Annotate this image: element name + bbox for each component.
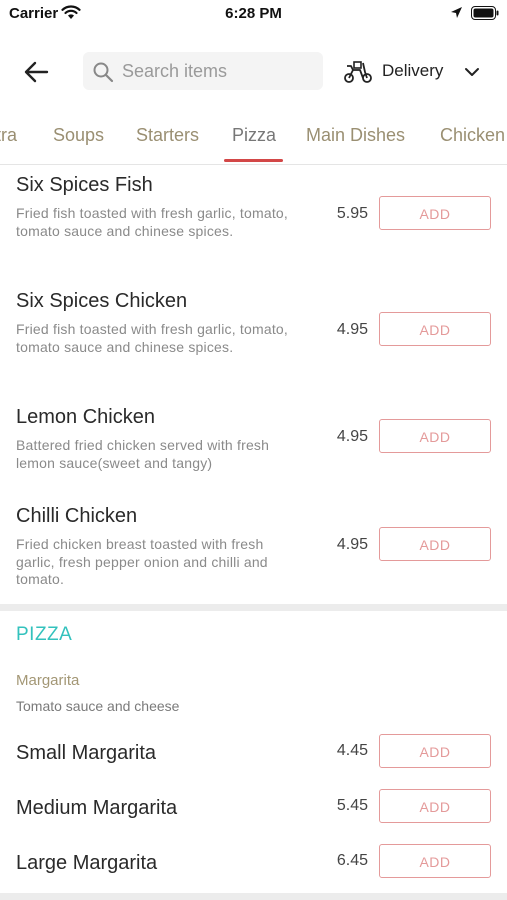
add-button[interactable]: ADD bbox=[379, 196, 491, 230]
item-price: 4.95 bbox=[336, 536, 368, 553]
item-price: 4.95 bbox=[336, 428, 368, 445]
item-price: 6.45 bbox=[336, 852, 368, 869]
tab-extra[interactable]: tra bbox=[0, 125, 17, 146]
category-tabs: tra Soups Starters Pizza Main Dishes Chi… bbox=[0, 112, 507, 165]
item-name: Six Spices Chicken bbox=[16, 290, 188, 312]
subcategory-title: Margarita bbox=[16, 672, 80, 689]
item-description: Fried chicken breast toasted with fresh … bbox=[16, 536, 268, 587]
add-button[interactable]: ADD bbox=[379, 419, 491, 453]
search-placeholder: Search items bbox=[122, 61, 228, 81]
tab-starters[interactable]: Starters bbox=[136, 125, 199, 146]
battery-icon bbox=[471, 6, 499, 25]
add-button[interactable]: ADD bbox=[379, 312, 491, 346]
item-name: Small Margarita bbox=[16, 742, 157, 764]
item-name: Chilli Chicken bbox=[16, 505, 138, 527]
header-bar: Search items Delivery bbox=[0, 40, 507, 104]
chevron-down-icon bbox=[464, 65, 480, 83]
item-name: Medium Margarita bbox=[16, 797, 178, 819]
tab-main-dishes[interactable]: Main Dishes bbox=[306, 125, 405, 146]
search-icon bbox=[92, 61, 114, 88]
section-divider bbox=[0, 893, 507, 900]
item-description: Fried fish toasted with fresh garlic, to… bbox=[16, 205, 288, 239]
add-button[interactable]: ADD bbox=[379, 734, 491, 768]
section-divider bbox=[0, 604, 507, 611]
tab-pizza[interactable]: Pizza bbox=[232, 125, 276, 146]
item-name: Large Margarita bbox=[16, 852, 158, 874]
item-description: Fried fish toasted with fresh garlic, to… bbox=[16, 321, 288, 355]
back-arrow-icon bbox=[24, 61, 49, 83]
item-name: Six Spices Fish bbox=[16, 174, 153, 196]
status-bar: Carrier 6:28 PM bbox=[0, 0, 507, 28]
add-button[interactable]: ADD bbox=[379, 844, 491, 878]
add-button[interactable]: ADD bbox=[379, 527, 491, 561]
item-name: Lemon Chicken bbox=[16, 406, 155, 428]
add-button[interactable]: ADD bbox=[379, 789, 491, 823]
search-input[interactable]: Search items bbox=[83, 52, 323, 90]
clock: 6:28 PM bbox=[225, 5, 282, 22]
active-tab-indicator bbox=[224, 159, 283, 162]
delivery-mode-dropdown[interactable]: Delivery bbox=[341, 58, 491, 86]
section-title: PIZZA bbox=[16, 624, 73, 645]
item-price: 4.45 bbox=[336, 742, 368, 759]
subcategory-description: Tomato sauce and cheese bbox=[16, 698, 180, 714]
item-price: 4.95 bbox=[336, 321, 368, 338]
back-button[interactable] bbox=[22, 58, 52, 86]
tab-soups[interactable]: Soups bbox=[53, 125, 104, 146]
tab-chicken[interactable]: Chicken bbox=[440, 125, 505, 146]
item-description: Battered fried chicken served with fresh… bbox=[16, 437, 270, 471]
item-price: 5.45 bbox=[336, 797, 368, 814]
delivery-label: Delivery bbox=[382, 61, 444, 80]
delivery-scooter-icon bbox=[343, 60, 373, 89]
item-price: 5.95 bbox=[336, 205, 368, 222]
location-arrow-icon bbox=[450, 6, 463, 24]
